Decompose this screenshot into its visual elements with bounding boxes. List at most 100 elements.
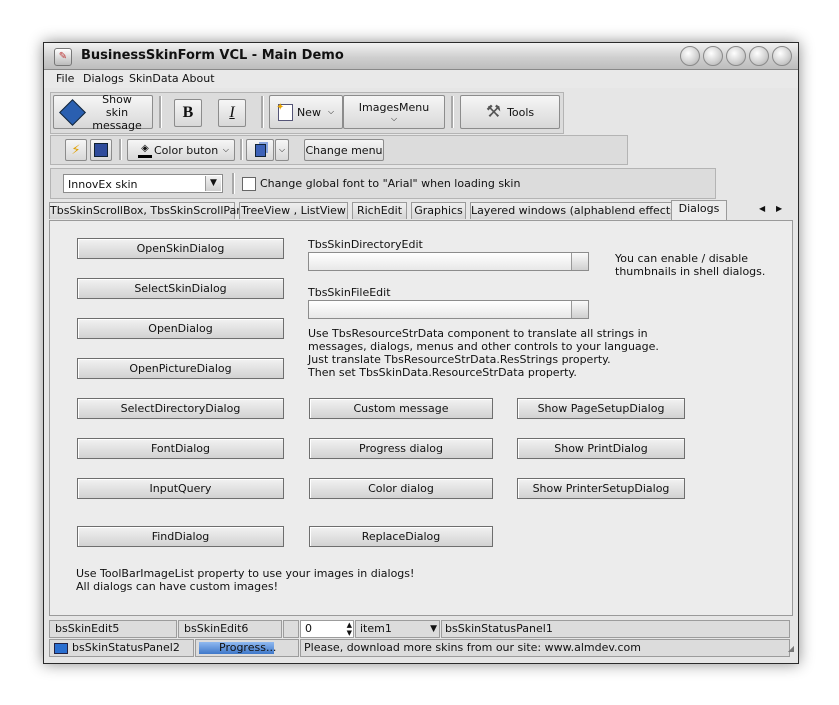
font-checkbox-label[interactable]: Change global font to "Arial" when loadi… (260, 177, 520, 190)
spin-edit-value: 0 (305, 622, 312, 635)
tools-label: Tools (507, 105, 535, 119)
copy-dropdown-chevron-down-icon[interactable]: ⌵ (275, 139, 289, 161)
menu-dialogs[interactable]: Dialogs (83, 72, 124, 85)
print-dialog-button[interactable]: Show PrintDialog (517, 438, 685, 459)
progress-text: Progress... (219, 641, 277, 654)
tab-scroll-right-icon[interactable]: ▶ (776, 204, 782, 213)
printer-setup-dialog-button[interactable]: Show PrinterSetupDialog (517, 478, 685, 499)
resource-note-line: Use TbsResourceStrData component to tran… (308, 327, 648, 340)
tools-button[interactable]: ⚒ Tools (460, 95, 560, 129)
toolbar-separator (240, 139, 243, 160)
save-icon[interactable] (90, 139, 112, 161)
maximize-icon[interactable] (749, 46, 769, 66)
find-dialog-button[interactable]: FindDialog (77, 526, 284, 547)
font-checkbox[interactable] (242, 177, 256, 191)
open-picture-dialog-button[interactable]: OpenPictureDialog (77, 358, 284, 379)
font-dialog-button[interactable]: FontDialog (77, 438, 284, 459)
new-button[interactable]: ✦ New ⌵ (269, 95, 343, 129)
menu-about[interactable]: About (182, 72, 215, 85)
file-edit[interactable] (308, 300, 589, 319)
progress-dialog-button[interactable]: Progress dialog (309, 438, 493, 459)
image-note-line: All dialogs can have custom images! (76, 580, 279, 593)
toolbar-separator (451, 96, 454, 128)
status-edit6[interactable]: bsSkinEdit6 (178, 620, 282, 638)
color-dialog-button[interactable]: Color dialog (309, 478, 493, 499)
spin-arrows-icon[interactable]: ▲ ▼ (347, 621, 352, 637)
copy-icon[interactable] (246, 139, 274, 161)
directory-edit-label: TbsSkinDirectoryEdit (308, 238, 423, 251)
resource-note-line: Just translate TbsResourceStrData.ResStr… (308, 353, 611, 366)
info-diamond-icon (59, 98, 86, 126)
status-panel-2: bsSkinStatusPanel2 (49, 639, 194, 657)
open-skin-dialog-button[interactable]: OpenSkinDialog (77, 238, 284, 259)
new-document-icon: ✦ (276, 102, 293, 121)
caption-button-1-icon[interactable] (680, 46, 700, 66)
main-window: ✎ BusinessSkinForm VCL - Main Demo File … (43, 42, 799, 664)
bold-button[interactable]: B (174, 99, 202, 127)
tab-scroll-left-icon[interactable]: ◀ (759, 204, 765, 213)
custom-message-button[interactable]: Custom message (309, 398, 493, 419)
second-toolbar: ⚡ ◈ Color buton ⌵ ⌵ Change menu (50, 135, 628, 165)
status-combo[interactable]: item1 ▼ (355, 620, 440, 638)
directory-edit[interactable] (308, 252, 589, 271)
chevron-down-icon[interactable]: ⌵ (328, 107, 334, 117)
select-directory-dialog-button[interactable]: SelectDirectoryDialog (77, 398, 284, 419)
thumbnail-note: You can enable / disable thumbnails in s… (615, 252, 765, 278)
resize-grip-icon[interactable]: ◢ (788, 644, 794, 653)
browse-file-icon[interactable] (571, 301, 588, 318)
title-bar[interactable]: ✎ BusinessSkinForm VCL - Main Demo (44, 43, 798, 70)
close-icon[interactable] (772, 46, 792, 66)
window-title: BusinessSkinForm VCL - Main Demo (81, 48, 344, 63)
resource-note: Use TbsResourceStrData component to tran… (308, 327, 659, 379)
tab-treeview[interactable]: TreeView , ListView (239, 202, 348, 219)
thumbnail-note-line: thumbnails in shell dialogs. (615, 265, 766, 278)
chevron-down-icon: ⌵ (390, 113, 398, 123)
show-skin-message-label: Show skin message (92, 92, 142, 132)
caption-buttons (680, 46, 792, 66)
status-edit5[interactable]: bsSkinEdit5 (49, 620, 177, 638)
tab-dialogs[interactable]: Dialogs (671, 200, 727, 220)
paint-bucket-icon: ◈ (138, 143, 152, 158)
resource-note-line: Then set TbsSkinData.ResourceStrData pro… (308, 366, 577, 379)
file-edit-label: TbsSkinFileEdit (308, 286, 391, 299)
menu-skindata[interactable]: SkinData (129, 72, 179, 85)
skin-select[interactable]: InnovEx skin ▼ (63, 174, 223, 193)
page-setup-dialog-button[interactable]: Show PageSetupDialog (517, 398, 685, 419)
tab-richedit[interactable]: RichEdit (352, 202, 407, 219)
show-skin-message-button[interactable]: Show skin message (53, 92, 153, 132)
tab-graphics[interactable]: Graphics (411, 202, 466, 219)
main-toolbar: Show skin message B I ✦ New ⌵ ImagesMenu… (50, 92, 564, 134)
change-menu-button[interactable]: Change menu (304, 139, 384, 161)
image-note-line: Use ToolBarImageList property to use you… (76, 567, 415, 580)
status-message: Please, download more skins from our sit… (300, 639, 790, 657)
image-note: Use ToolBarImageList property to use you… (76, 567, 414, 593)
tools-icon: ⚒ (485, 102, 502, 122)
app-icon[interactable]: ✎ (54, 48, 72, 66)
lightning-icon[interactable]: ⚡ (65, 139, 87, 161)
browse-folder-icon[interactable] (571, 253, 588, 270)
input-query-button[interactable]: InputQuery (77, 478, 284, 499)
chevron-down-icon[interactable]: ⌵ (223, 145, 229, 155)
open-dialog-button[interactable]: OpenDialog (77, 318, 284, 339)
spin-edit[interactable]: 0 ▲ ▼ (300, 620, 354, 638)
chevron-down-icon[interactable]: ▼ (430, 621, 437, 637)
color-button[interactable]: ◈ Color buton ⌵ (127, 139, 235, 161)
select-skin-dialog-button[interactable]: SelectSkinDialog (77, 278, 284, 299)
italic-button[interactable]: I (218, 99, 246, 127)
caption-button-2-icon[interactable] (703, 46, 723, 66)
status-small-button[interactable] (283, 620, 299, 638)
replace-dialog-button[interactable]: ReplaceDialog (309, 526, 493, 547)
toolbar-separator (119, 139, 122, 160)
color-button-label: Color buton (154, 143, 219, 157)
new-button-label: New (296, 105, 321, 119)
status-panel-2-label: bsSkinStatusPanel2 (72, 641, 180, 654)
toolbar-separator (159, 96, 162, 128)
images-menu-button[interactable]: ImagesMenu ⌵ (343, 95, 445, 129)
status-panel-1: bsSkinStatusPanel1 (441, 620, 790, 638)
menu-file[interactable]: File (56, 72, 74, 85)
tab-layered-windows[interactable]: Layered windows (alphablend effects) (470, 202, 680, 219)
status-combo-value: item1 (360, 622, 392, 635)
chevron-down-icon[interactable]: ▼ (205, 176, 221, 191)
tab-scrollbox[interactable]: TbsSkinScrollBox, TbsSkinScrollPanel (49, 202, 253, 219)
minimize-icon[interactable] (726, 46, 746, 66)
